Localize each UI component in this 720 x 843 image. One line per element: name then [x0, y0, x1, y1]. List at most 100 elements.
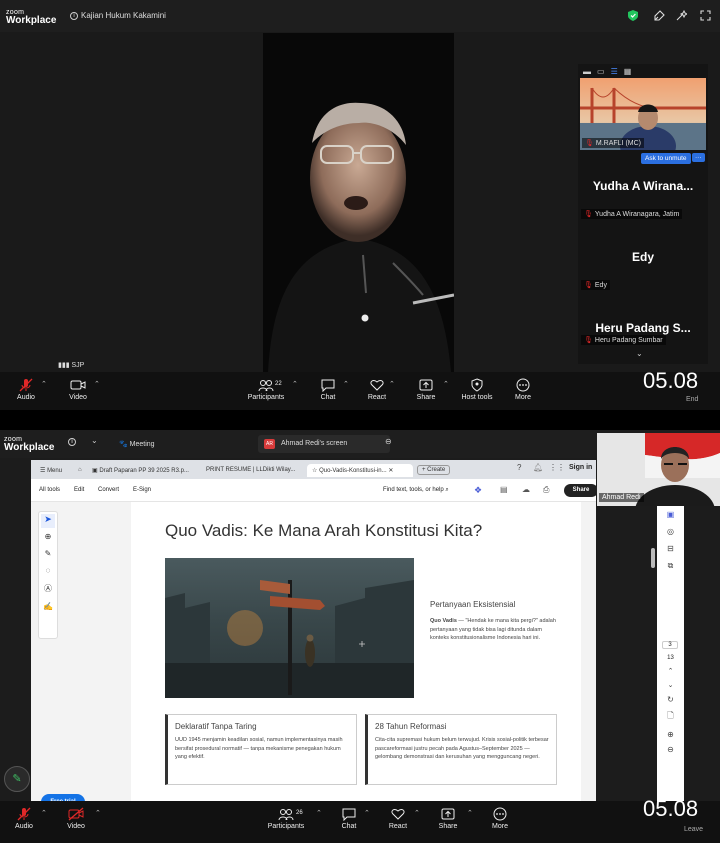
annotate-icon[interactable]: [654, 10, 665, 21]
share-options-caret[interactable]: ⌃: [443, 380, 449, 388]
page-up-icon[interactable]: ⌃: [657, 667, 684, 675]
file-icon[interactable]: 🗋: [657, 710, 684, 724]
chat-options-caret[interactable]: ⌃: [343, 380, 349, 388]
shield-icon[interactable]: [628, 10, 638, 21]
zoom-in-icon[interactable]: ⊕: [657, 730, 684, 739]
home-icon[interactable]: ⌂: [73, 464, 87, 477]
participant-tile-heru[interactable]: Heru Padang S...: [578, 321, 708, 335]
tab-options-icon[interactable]: ⊖: [385, 437, 392, 446]
cloud-upload-icon[interactable]: ☁: [522, 485, 530, 494]
find-field[interactable]: Find text, tools, or help ⌕: [383, 487, 449, 494]
tab-meeting[interactable]: 🐾 Meeting: [119, 440, 155, 448]
video-options-caret[interactable]: ⌃: [95, 809, 101, 817]
right-side-panel: ▣ ◎ ⊟ ⧉ 3 13 ⌃ ⌄ ↻ 🗋 ⊕ ⊖: [657, 502, 684, 832]
shared-browser: ☰ Menu ⌂ ▣ Draft Paparan PP 39 2025 R3.p…: [31, 460, 598, 832]
lasso-tool-icon[interactable]: ◌: [39, 566, 57, 575]
yudha-name-label: 🎙 Yudha A Wiranagara, Jatim: [581, 209, 683, 219]
print-icon[interactable]: ⎙: [543, 485, 549, 495]
page-number-field[interactable]: 3: [662, 641, 678, 649]
audio-options-caret[interactable]: ⌃: [41, 380, 47, 388]
pages-icon[interactable]: ⧉: [657, 561, 684, 571]
create-button[interactable]: + Create: [417, 465, 451, 475]
speaker-figure: [263, 33, 454, 372]
react-button[interactable]: React: [365, 378, 389, 401]
share-options-caret[interactable]: ⌃: [467, 809, 473, 817]
expand-icon[interactable]: [700, 10, 711, 21]
browser-tab-resume[interactable]: PRINT RESUME | LLDikti Wilay...: [201, 464, 306, 477]
react-button[interactable]: React: [386, 807, 410, 830]
bookmark-icon[interactable]: ⊟: [657, 544, 684, 553]
browser-menu[interactable]: ☰ Menu: [35, 464, 67, 477]
info-icon[interactable]: i: [68, 438, 76, 446]
grid-view-icon[interactable]: ▦: [624, 67, 638, 76]
apps-grid-icon[interactable]: ⋮⋮: [549, 463, 565, 472]
text-tool-icon[interactable]: Ⓐ: [39, 583, 57, 594]
menu-edit[interactable]: Edit: [74, 487, 84, 493]
strip-view-icon[interactable]: ☰: [611, 67, 624, 76]
react-options-caret[interactable]: ⌃: [389, 380, 395, 388]
help-icon[interactable]: ?: [517, 463, 521, 472]
video-button[interactable]: Video: [64, 807, 88, 830]
browser-tab-draft[interactable]: ▣ Draft Paparan PP 39 2025 R3.p...: [87, 464, 197, 477]
chat-button[interactable]: Chat: [338, 807, 360, 830]
tile-more-button[interactable]: ···: [692, 153, 705, 162]
title-bar: zoom Workplace i Kajian Hukum Kakamini: [0, 0, 720, 32]
tab-shared-screen[interactable]: AR Ahmad Redi's screen ⊖: [258, 435, 392, 453]
ai-assistant-icon[interactable]: ❖: [474, 485, 482, 496]
magic-icon[interactable]: [676, 10, 687, 21]
menu-all-tools[interactable]: All tools: [39, 487, 60, 493]
view-options-caret[interactable]: ⌄: [91, 436, 98, 445]
end-button[interactable]: End: [686, 396, 698, 403]
participants-options-caret[interactable]: ⌃: [292, 380, 298, 388]
bell-icon[interactable]: 🔔︎: [533, 463, 543, 472]
more-button[interactable]: More: [488, 807, 512, 830]
active-speaker-video[interactable]: [263, 33, 454, 372]
react-options-caret[interactable]: ⌃: [414, 809, 420, 817]
view-switcher[interactable]: ▬▭☰▦: [583, 67, 637, 76]
video-button[interactable]: Video: [66, 378, 90, 401]
share-button[interactable]: Share: [414, 378, 438, 401]
page-down-icon[interactable]: ⌄: [657, 681, 684, 689]
scrollbar-thumb[interactable]: [651, 548, 655, 568]
participant-tile-edy[interactable]: Edy: [578, 250, 708, 264]
presenter-self-view[interactable]: Ahmad Redi: [597, 433, 720, 506]
audio-button[interactable]: Audio: [12, 807, 36, 830]
close-tab-icon[interactable]: ✕: [388, 468, 393, 474]
sign-in-button[interactable]: Sign in: [569, 464, 592, 471]
audio-options-caret[interactable]: ⌃: [41, 809, 47, 817]
menu-convert[interactable]: Convert: [98, 487, 119, 493]
participant-tile-yudha[interactable]: Yudha A Wirana...: [578, 179, 708, 193]
participants-options-caret[interactable]: ⌃: [316, 809, 322, 817]
leave-button[interactable]: Leave: [684, 826, 703, 833]
video-options-caret[interactable]: ⌃: [94, 380, 100, 388]
chat-button[interactable]: Chat: [317, 378, 339, 401]
ask-to-unmute-button[interactable]: Ask to unmute: [641, 153, 691, 164]
crossroads-signpost-illustration: [165, 580, 414, 698]
zoom-out-icon[interactable]: ⊖: [657, 745, 684, 754]
more-button[interactable]: More: [511, 378, 535, 401]
participant-tile-mrafli[interactable]: 🎙 M.RAFLI (MC): [580, 78, 706, 150]
browser-tab-quovadis[interactable]: ☆ Quo-Vadis-Konstitusi-in... ✕: [307, 464, 413, 477]
mic-muted-icon: 🎙: [584, 211, 593, 218]
pen-tool-icon[interactable]: ✎: [39, 549, 57, 558]
menu-esign[interactable]: E-Sign: [133, 487, 151, 493]
save-icon[interactable]: ▤: [500, 485, 508, 494]
meeting-info[interactable]: i Kajian Hukum Kakamini: [70, 11, 166, 20]
host-tools-button[interactable]: Host tools: [458, 378, 496, 401]
audio-button[interactable]: Audio: [14, 378, 38, 401]
select-tool-icon[interactable]: ➤: [41, 514, 55, 528]
document-icon: ▣: [92, 468, 98, 474]
minimize-view-icon[interactable]: ▬: [583, 67, 597, 76]
share-document-button[interactable]: Share: [564, 484, 598, 497]
ai-chat-icon[interactable]: ◎: [657, 527, 684, 536]
chat-options-caret[interactable]: ⌃: [364, 809, 370, 817]
signature-tool-icon[interactable]: ✍: [39, 602, 57, 611]
refresh-icon[interactable]: ↻: [657, 695, 684, 704]
heart-icon: [391, 809, 405, 820]
share-button[interactable]: Share: [436, 807, 460, 830]
speaker-view-icon[interactable]: ▭: [597, 67, 611, 76]
zoom-tool-icon[interactable]: ⊕: [39, 532, 57, 541]
annotate-pencil-button[interactable]: ✎: [4, 766, 30, 792]
comment-icon[interactable]: ▣: [657, 510, 684, 519]
gallery-scroll-down-icon[interactable]: ⌄: [636, 349, 643, 358]
